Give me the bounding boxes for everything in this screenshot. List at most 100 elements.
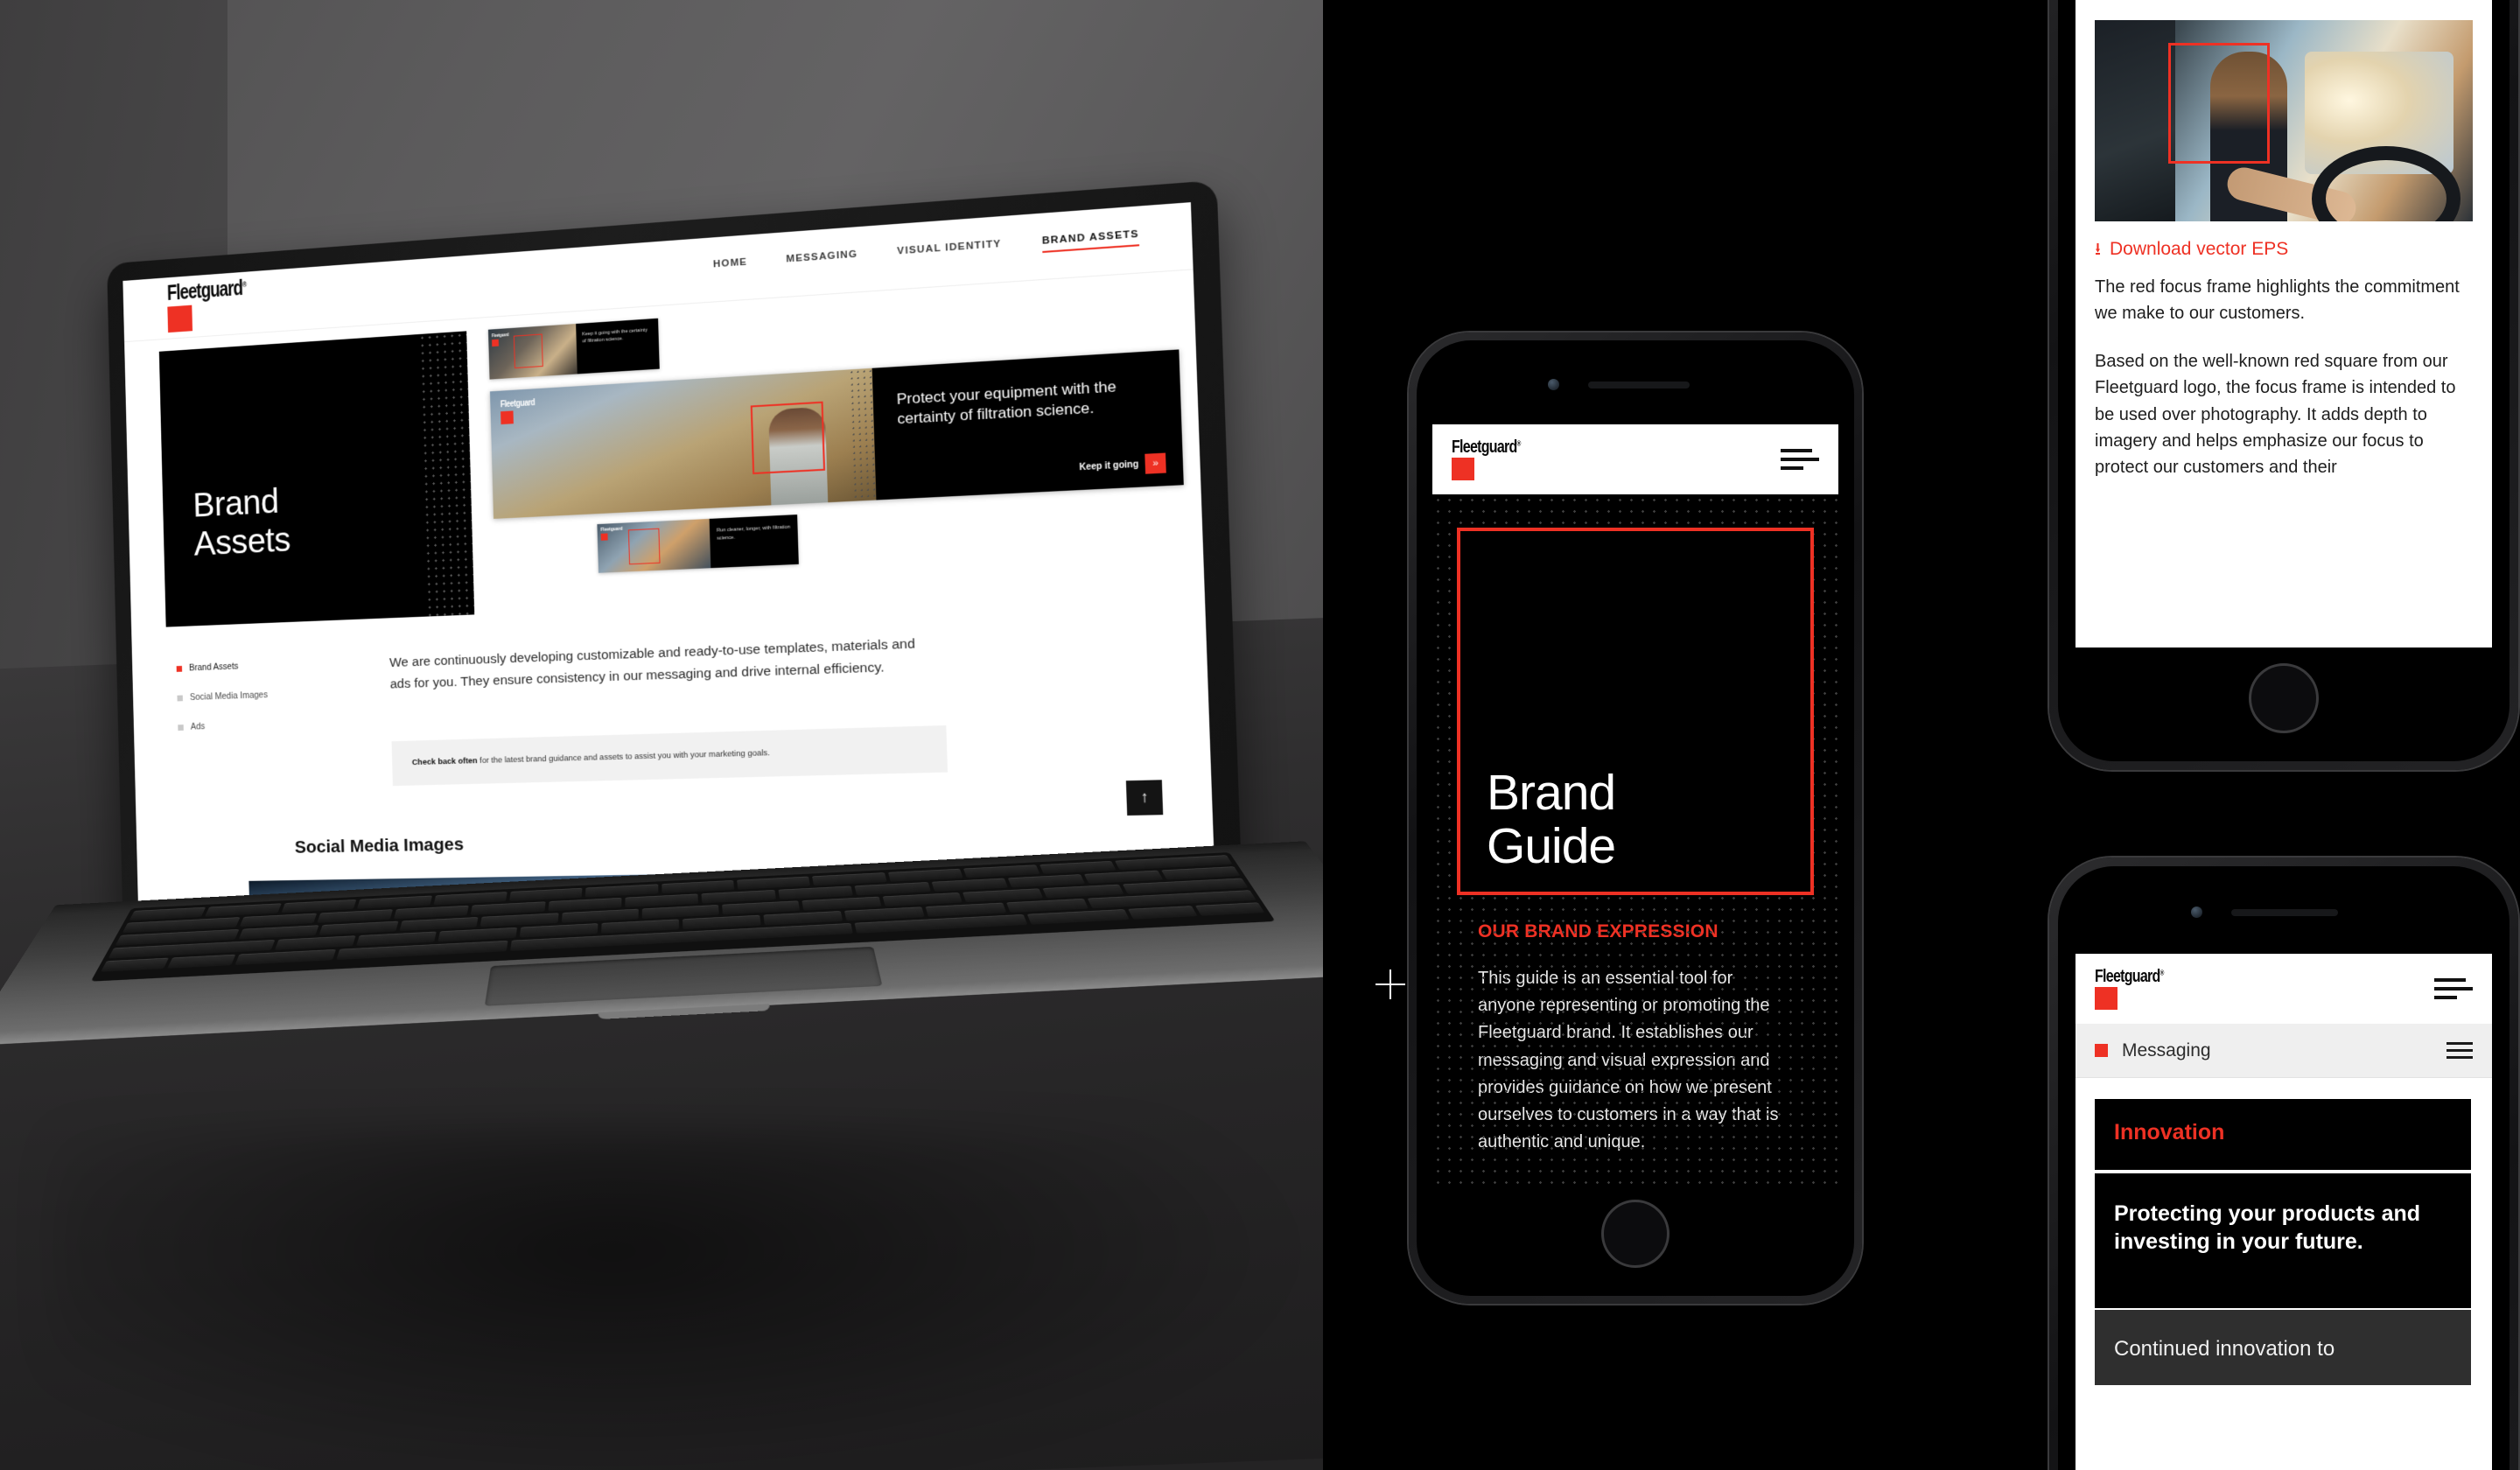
callout-rest-text: for the latest brand guidance and assets…	[477, 748, 771, 766]
photo-cab-interior	[2095, 20, 2175, 221]
sidebar-item-label: Social Media Images	[189, 690, 269, 703]
phone-top-bezel	[2058, 866, 2510, 954]
bullet-icon	[176, 665, 183, 672]
sidebar-item-ads[interactable]: Ads	[178, 716, 380, 732]
desktop-main-nav: HOME MESSAGING VISUAL IDENTITY BRAND ASS…	[713, 228, 1140, 280]
hamburger-menu-icon[interactable]	[2446, 1042, 2473, 1059]
thumbnail2-logo-square-icon	[600, 533, 608, 541]
card-body-text: Continued innovation to	[2114, 1337, 2335, 1361]
logo-wordmark: Fleetguard®	[166, 276, 247, 305]
page-title: Focus Frame	[2076, 0, 2492, 20]
speaker-grill-icon	[1588, 382, 1690, 388]
nav-item-brand-assets[interactable]: BRAND ASSETS	[1041, 228, 1140, 254]
asset-thumbnail-small[interactable]: Fleetguard Keep it going with the certai…	[487, 318, 660, 380]
hero-black-panel: Brand Assets	[158, 331, 475, 627]
nav-item-home[interactable]: HOME	[713, 257, 748, 275]
phone-center-body: Fleetguard® Brand Guide	[1417, 340, 1854, 1296]
callout-bold-text: Check back often	[411, 756, 478, 768]
message-card-headline: Protecting your products and investing i…	[2095, 1172, 2473, 1308]
camera-icon	[2191, 906, 2202, 918]
intro-paragraph: We are continuously developing customiza…	[388, 636, 916, 692]
banner-logo-word: Fleetguard	[500, 397, 536, 410]
hamburger-menu-icon[interactable]	[2434, 978, 2473, 999]
focus-frame-icon	[2168, 43, 2270, 164]
phone-bottom-right-body: Fleetguard® Messaging Innovation Protect…	[2058, 866, 2510, 1470]
home-button-icon[interactable]	[2249, 663, 2319, 733]
mobile-header: Fleetguard®	[2076, 954, 2492, 1024]
phone-bottom-right-screen: Fleetguard® Messaging Innovation Protect…	[2076, 954, 2492, 1470]
laptop-lid: Fleetguard® HOME MESSAGING VISUAL IDENTI…	[107, 179, 1243, 930]
nav-item-visual-identity[interactable]: VISUAL IDENTITY	[897, 239, 1002, 262]
sidebar-item-label: Brand Assets	[189, 661, 239, 674]
mobile-hero: Brand Guide OUR BRAND EXPRESSION This gu…	[1432, 494, 1838, 1184]
desktop-body-column: We are continuously developing customiza…	[378, 624, 1158, 787]
body-paragraph-1: The red focus frame highlights the commi…	[2095, 277, 2460, 324]
phone-device-top-right: Focus Frame Focus Frame ⭳ Downl	[2049, 0, 2518, 770]
mobile-header: Fleetguard®	[1432, 424, 1838, 494]
nav-item-messaging[interactable]: MESSAGING	[786, 249, 858, 270]
download-vector-eps-link[interactable]: ⭳ Download vector EPS	[2076, 221, 2492, 274]
card-headline: Protecting your products and investing i…	[2114, 1201, 2421, 1254]
breadcrumb[interactable]: Messaging	[2076, 1024, 2492, 1078]
hamburger-menu-icon[interactable]	[1781, 449, 1819, 470]
sidebar-item-brand-assets[interactable]: Brand Assets	[176, 656, 378, 674]
hero-title: Brand Assets	[192, 481, 290, 564]
message-card-body: Continued innovation to	[2095, 1310, 2473, 1385]
red-square-icon	[2095, 1044, 2108, 1057]
asset-banner-large[interactable]: Fleetguard Protect your equipment with t…	[489, 349, 1184, 519]
arrow-up-icon[interactable]: ↑	[1125, 780, 1164, 816]
fleetguard-logo[interactable]: Fleetguard®	[1452, 438, 1537, 480]
laptop-screen: Fleetguard® HOME MESSAGING VISUAL IDENTI…	[122, 202, 1216, 908]
hero-title-line2: Assets	[193, 519, 291, 564]
card-kicker: Innovation	[2114, 1120, 2225, 1144]
hero-title-line1: Brand	[192, 481, 280, 525]
thumbnail-copy: Keep it going with the certainty of filt…	[582, 327, 648, 345]
laptop-device: Fleetguard® HOME MESSAGING VISUAL IDENTI…	[0, 175, 1323, 1326]
hero-asset-column: Fleetguard Keep it going with the certai…	[466, 283, 1204, 614]
banner-logo-square-icon	[500, 410, 514, 425]
thumbnail-logo: Fleetguard	[491, 332, 509, 347]
focus-frame-icon: Brand Guide	[1457, 528, 1814, 895]
phone-home-area	[1417, 1184, 1854, 1296]
laptop-front-notch	[598, 1004, 771, 1019]
camera-icon	[1548, 379, 1559, 390]
page-body: The red focus frame highlights the commi…	[2076, 274, 2492, 502]
thumbnail2-photo: Fleetguard	[597, 518, 711, 573]
thumbnail-logo-word: Fleetguard	[491, 332, 509, 340]
banner-copy-panel: Protect your equipment with the certaint…	[849, 349, 1184, 501]
phone-device-bottom-right: Fleetguard® Messaging Innovation Protect…	[2049, 858, 2518, 1470]
mobile-hero-title: Brand Guide	[1487, 766, 1616, 874]
logo-wordmark: Fleetguard®	[2095, 967, 2164, 986]
body-paragraph-2: Based on the well-known red square from …	[2095, 351, 2456, 478]
phone-device-center: Fleetguard® Brand Guide	[1409, 332, 1862, 1304]
chevron-double-right-icon: »	[1144, 452, 1166, 474]
truck-driver-photo	[2095, 20, 2473, 221]
banner-focus-frame-icon	[750, 401, 826, 475]
screenshot-stage: Fleetguard® HOME MESSAGING VISUAL IDENTI…	[0, 0, 2520, 1470]
hero-title-line2: Guide	[1487, 817, 1616, 874]
phone-mockup-scene: Fleetguard® Brand Guide ⭳ Download vecto…	[1323, 0, 2520, 1470]
banner-logo: Fleetguard	[500, 397, 544, 425]
thumbnail-photo: Fleetguard	[487, 324, 578, 380]
sidebar-item-label: Ads	[190, 721, 206, 732]
focus-frame-icon	[513, 333, 543, 369]
fleetguard-logo[interactable]: Fleetguard®	[166, 276, 264, 333]
phone-center-screen: Fleetguard® Brand Guide	[1432, 424, 1838, 1184]
banner-cta[interactable]: Keep it going »	[1079, 452, 1166, 478]
banner-cta-label: Keep it going	[1079, 458, 1139, 472]
fleetguard-logo[interactable]: Fleetguard®	[2095, 968, 2180, 1010]
laptop-mockup-scene: Fleetguard® HOME MESSAGING VISUAL IDENTI…	[0, 0, 1323, 1470]
thumbnail2-focus-frame-icon	[627, 528, 661, 565]
banner-dot-pattern	[849, 368, 877, 501]
logo-red-square-icon	[2095, 987, 2118, 1010]
sidebar-item-social-media-images[interactable]: Social Media Images	[177, 686, 379, 703]
bullet-icon	[177, 695, 183, 701]
logo-wordmark: Fleetguard®	[1452, 438, 1521, 457]
thumbnail2-logo-word: Fleetguard	[600, 526, 623, 533]
hero-dot-pattern	[418, 331, 475, 617]
home-button-icon[interactable]	[1601, 1200, 1670, 1268]
asset-thumbnail-small-2[interactable]: Fleetguard Run cleaner, longer, with fil…	[597, 514, 799, 573]
logo-red-square-icon	[1452, 458, 1474, 480]
thumbnail2-copy: Run cleaner, longer, with filtration sci…	[716, 524, 791, 542]
desktop-sidebar: Brand Assets Social Media Images Ads	[176, 653, 381, 792]
